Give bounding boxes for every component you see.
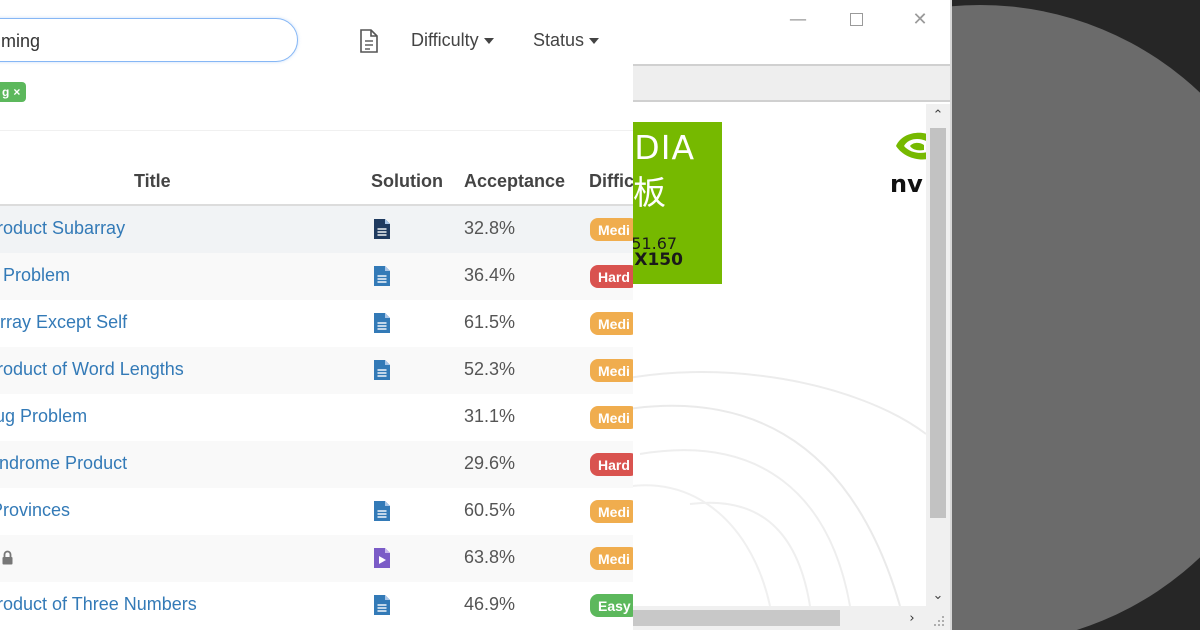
minimize-button[interactable]: — [778,4,818,34]
tag-filter-chip[interactable]: g × [0,82,27,102]
problem-title-text: ber of Provinces [0,500,71,520]
table-row[interactable]: mum Product Subarray 32.8% Medi [0,206,633,253]
article-solution-icon[interactable] [373,265,391,287]
problem-title-text: uct of Array Except Self [0,312,128,332]
maximize-button[interactable] [836,4,876,34]
difficulty-badge: Medi [590,312,633,335]
acceptance-rate: 63.8% [464,547,516,567]
problem-title-text: mum Product of Three Numbers [0,594,197,614]
problem-table-body: mum Product Subarray 32.8% Medi Skyline Pro… [0,206,633,629]
problem-title-text: mum Product Subarray [0,218,126,238]
article-solution-icon[interactable] [373,594,391,616]
difficulty-badge: Hard [590,265,633,288]
table-row[interactable]: mum Product of Three Numbers 46.9% Easy [0,582,633,629]
difficulty-badge: Hard [590,453,633,476]
lock-icon [2,550,13,565]
acceptance-rate: 52.3% [464,359,516,379]
background-disc [950,5,1200,630]
window-toolbar [600,64,950,102]
table-row[interactable]: r and Jug Problem 31.1% Medi [0,394,633,441]
window-content: VIDIA 面板 本 451.67 e MX150 nv [600,104,926,606]
problem-title-link[interactable]: est Palindrome Product [0,453,127,474]
caret-down-icon [589,37,600,44]
acceptance-rate: 36.4% [464,265,516,285]
article-solution-icon[interactable] [373,359,391,381]
acceptance-rate: 31.1% [464,406,516,426]
column-header-difficulty[interactable]: Diffic [589,171,633,192]
difficulty-dropdown[interactable]: Difficulty [411,30,494,51]
problem-title-link[interactable]: mum Product of Three Numbers [0,594,197,615]
table-row[interactable]: est Palindrome Product 29.6% Hard [0,441,633,488]
article-solution-icon[interactable] [373,500,391,522]
vertical-scrollbar[interactable]: ⌃ ⌄ [926,104,950,606]
article-solution-icon[interactable] [373,218,391,240]
tag-chip-label: g [2,85,10,99]
acceptance-rate: 32.8% [464,218,516,238]
search-input[interactable]: ming [1,31,40,52]
horizontal-scroll-thumb[interactable] [600,610,840,626]
divider [0,130,633,131]
acceptance-rate: 29.6% [464,453,516,473]
scroll-right-icon[interactable]: › [900,606,924,630]
scroll-up-icon[interactable]: ⌃ [926,104,950,126]
column-header-acceptance[interactable]: Acceptance [464,171,565,192]
nvidia-control-panel-window: — ✕ VIDIA 面板 本 451.67 e MX150 nv ⌃ ⌄ › [600,0,952,630]
table-row[interactable]: Skyline Problem 36.4% Hard [0,253,633,300]
column-header-solution[interactable]: Solution [371,171,443,192]
problem-title-link[interactable]: r and Jug Problem [0,406,87,427]
acceptance-rate: 61.5% [464,312,516,332]
difficulty-dropdown-label: Difficulty [411,30,479,50]
acceptance-rate: 60.5% [464,500,516,520]
resize-grip-icon[interactable] [930,612,946,628]
problem-title-link[interactable]: uct of Array Except Self [0,312,127,333]
caret-down-icon [483,37,494,44]
table-row[interactable]: ber of Provinces 60.5% Medi [0,488,633,535]
maximize-icon [849,12,863,26]
problem-title-text: mum Product of Word Lengths [0,359,184,379]
problem-title-link[interactable]: Skyline Problem [0,265,70,286]
problem-title-text: est Palindrome Product [0,453,128,473]
close-icon: ✕ [912,8,928,30]
problem-title-text: r and Jug Problem [0,406,88,426]
difficulty-badge: Medi [590,359,633,382]
status-dropdown[interactable]: Status [533,30,600,51]
problem-title-text: Skyline Problem [0,265,71,285]
difficulty-badge: Medi [590,406,633,429]
close-button[interactable]: ✕ [900,4,940,34]
problem-title-link[interactable]: rocess [0,547,14,568]
column-header-title[interactable]: Title [134,171,171,192]
difficulty-badge: Medi [590,547,633,570]
minimize-icon: — [789,8,807,30]
video-solution-icon[interactable] [373,547,391,569]
problem-title-link[interactable]: mum Product of Word Lengths [0,359,184,380]
problem-title-link[interactable]: mum Product Subarray [0,218,125,239]
acceptance-rate: 46.9% [464,594,516,614]
nvidia-logo-text: nv [890,170,923,198]
vertical-scroll-thumb[interactable] [930,128,946,518]
difficulty-badge: Easy [590,594,633,617]
table-row[interactable]: uct of Array Except Self 61.5% Medi [0,300,633,347]
article-solution-icon[interactable] [373,312,391,334]
table-row[interactable]: rocess 63.8% Medi [0,535,633,582]
difficulty-badge: Medi [590,218,633,241]
status-dropdown-label: Status [533,30,585,50]
difficulty-badge: Medi [590,500,633,523]
horizontal-scrollbar[interactable]: › [600,606,950,630]
remove-tag-icon[interactable]: × [13,85,20,99]
nvidia-eye-icon [896,132,926,160]
document-icon[interactable] [358,28,380,54]
scroll-down-icon[interactable]: ⌄ [926,584,950,606]
problem-title-link[interactable]: ber of Provinces [0,500,70,521]
search-field[interactable]: ming [0,18,298,62]
problem-list-panel: ming Difficulty Status g × Title Solutio… [0,0,633,630]
background-swirl [600,371,926,606]
table-row[interactable]: mum Product of Word Lengths 52.3% Medi [0,347,633,394]
desktop-background [950,0,1200,630]
